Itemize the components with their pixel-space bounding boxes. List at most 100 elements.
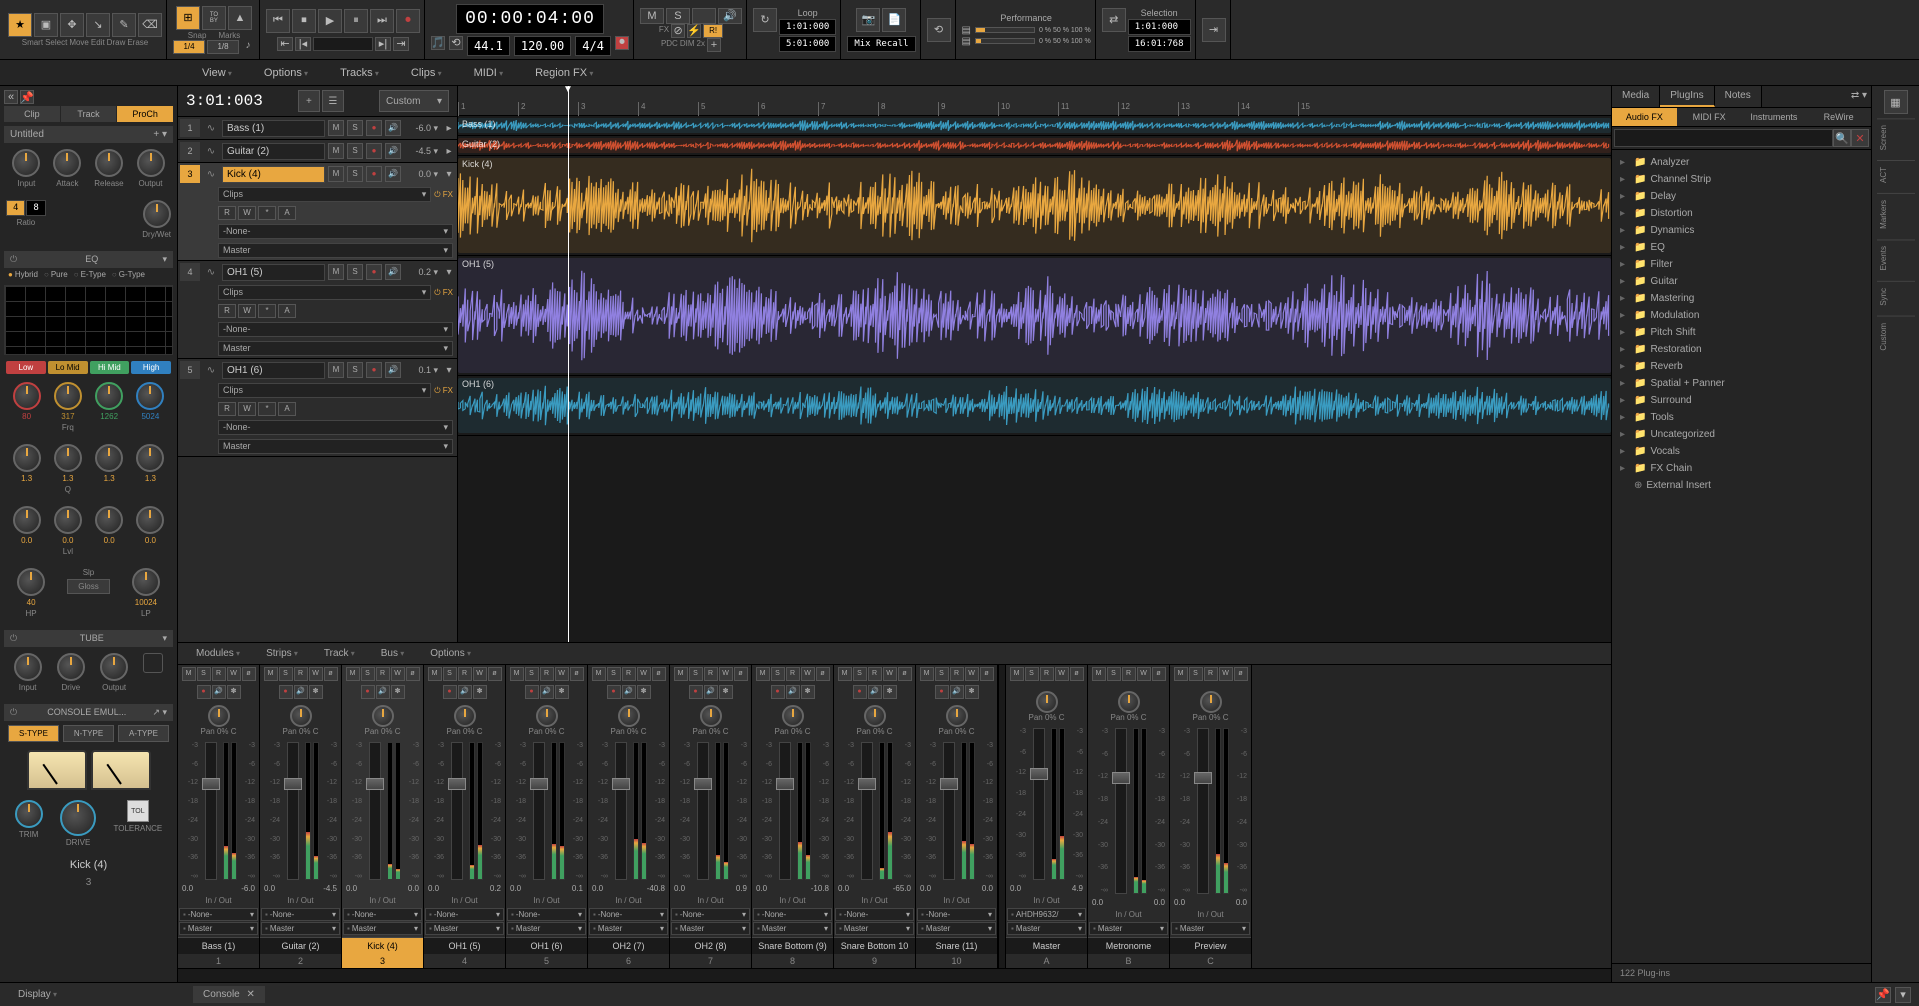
- track-volume[interactable]: 0.2 ▾: [404, 267, 440, 278]
- pan-knob[interactable]: [864, 705, 886, 727]
- track-number[interactable]: 4: [180, 263, 200, 281]
- fader[interactable]: [943, 742, 955, 880]
- tree-expand-icon[interactable]: ▸: [1620, 293, 1630, 304]
- strip-monitor[interactable]: 🔊: [458, 685, 472, 699]
- strip-fx[interactable]: ✽: [719, 685, 733, 699]
- track-solo[interactable]: S: [347, 166, 363, 182]
- strip-input-route[interactable]: -None-▾: [671, 908, 750, 921]
- strip-monitor[interactable]: 🔊: [950, 685, 964, 699]
- browser-tab-media[interactable]: Media: [1612, 86, 1660, 107]
- hp-knob[interactable]: [17, 568, 45, 596]
- strip-input-route[interactable]: -None-▾: [753, 908, 832, 921]
- mixer-menu-strips[interactable]: Strips: [256, 645, 308, 662]
- plugin-category[interactable]: ▸📁Reverb: [1616, 358, 1867, 375]
- edge-custom[interactable]: Custom: [1877, 316, 1915, 357]
- freq-knob-low[interactable]: [13, 382, 41, 410]
- freq-knob-himid[interactable]: [95, 382, 123, 410]
- strip-phase[interactable]: ø: [1070, 667, 1084, 681]
- track-sub-dropdown[interactable]: Master ▾: [218, 243, 453, 258]
- strip-mute[interactable]: M: [920, 667, 934, 681]
- output-knob[interactable]: [137, 149, 165, 177]
- strip-read[interactable]: R: [622, 667, 636, 681]
- external-insert[interactable]: ⊕External Insert: [1616, 477, 1867, 494]
- eq-mode-pure[interactable]: Pure: [44, 270, 68, 279]
- edge-events[interactable]: Events: [1877, 239, 1915, 276]
- insp-tab-track[interactable]: Track: [61, 106, 117, 122]
- edit-tool[interactable]: ↘: [86, 13, 110, 37]
- strip-write[interactable]: W: [391, 667, 405, 681]
- strip-arm[interactable]: [279, 685, 293, 699]
- transport-slider[interactable]: [313, 37, 373, 51]
- strip-input-route[interactable]: -None-▾: [425, 908, 504, 921]
- strip-fx[interactable]: ✽: [637, 685, 651, 699]
- strip-fx[interactable]: ✽: [473, 685, 487, 699]
- inspector-collapse[interactable]: «: [4, 90, 18, 104]
- strip-input-route[interactable]: -None-▾: [589, 908, 668, 921]
- strip-output-route[interactable]: Master▾: [343, 922, 422, 935]
- strip-write[interactable]: W: [1137, 667, 1151, 681]
- fader[interactable]: [1197, 728, 1209, 894]
- strip-mute[interactable]: M: [1174, 667, 1188, 681]
- lvl-knob-2[interactable]: [54, 506, 82, 534]
- plugin-category[interactable]: ▸📁Uncategorized: [1616, 426, 1867, 443]
- tempo-display[interactable]: 120.00: [514, 36, 571, 56]
- pan-knob[interactable]: [782, 705, 804, 727]
- track-header[interactable]: 5 ∿ OH1 (6) M S 🔊 0.1 ▾ ▾ Clips ▾⏻ FXRW*…: [178, 359, 457, 457]
- strip-arm[interactable]: [361, 685, 375, 699]
- tube-drive-knob[interactable]: [57, 653, 85, 681]
- track-name-field[interactable]: OH1 (6): [222, 362, 325, 379]
- track-header[interactable]: 3 ∿ Kick (4) M S 🔊 0.0 ▾ ▾ Clips ▾⏻ FXRW…: [178, 163, 457, 261]
- erase-tool[interactable]: ⌫: [138, 13, 162, 37]
- strip-fx[interactable]: ✽: [883, 685, 897, 699]
- strip-write[interactable]: W: [227, 667, 241, 681]
- track-sub-dropdown[interactable]: -None- ▾: [218, 420, 453, 435]
- strip-input-route[interactable]: -None-▾: [507, 908, 586, 921]
- pan-knob[interactable]: [618, 705, 640, 727]
- track-name-field[interactable]: Bass (1): [222, 120, 325, 137]
- tube-expand[interactable]: ▾: [162, 633, 167, 644]
- strip-solo[interactable]: S: [443, 667, 457, 681]
- strip-read[interactable]: R: [868, 667, 882, 681]
- solo-button[interactable]: S: [666, 8, 690, 24]
- browser-tab-notes[interactable]: Notes: [1715, 86, 1762, 107]
- rwxa-button[interactable]: R: [218, 206, 236, 220]
- clip-lane[interactable]: OH1 (6): [458, 376, 1611, 436]
- menu-clips[interactable]: Clips: [399, 63, 454, 83]
- tube-input-knob[interactable]: [14, 653, 42, 681]
- next-marker-button[interactable]: ▸|: [375, 37, 391, 51]
- menu-midi[interactable]: MIDI: [462, 63, 515, 83]
- track-expand[interactable]: ▸: [443, 123, 455, 134]
- plugin-category[interactable]: ▸📁Mastering: [1616, 290, 1867, 307]
- strip-input-route[interactable]: -None-▾: [917, 908, 996, 921]
- strip-monitor[interactable]: 🔊: [212, 685, 226, 699]
- track-mute[interactable]: M: [328, 362, 344, 378]
- pan-knob[interactable]: [1200, 691, 1222, 713]
- fader[interactable]: [697, 742, 709, 880]
- sel-end[interactable]: 16:01:768: [1128, 36, 1191, 52]
- eq-expand[interactable]: ▾: [162, 254, 167, 265]
- tree-expand-icon[interactable]: ▸: [1620, 191, 1630, 202]
- edge-markers[interactable]: Markers: [1877, 193, 1915, 235]
- q-knob-2[interactable]: [54, 444, 82, 472]
- tree-expand-icon[interactable]: ▸: [1620, 225, 1630, 236]
- console-ntype[interactable]: N-TYPE: [63, 725, 114, 742]
- tree-expand-icon[interactable]: ▸: [1620, 378, 1630, 389]
- strip-write[interactable]: W: [883, 667, 897, 681]
- q-knob-4[interactable]: [136, 444, 164, 472]
- tree-expand-icon[interactable]: ▸: [1620, 446, 1630, 457]
- strip-arm[interactable]: [525, 685, 539, 699]
- strip-output-route[interactable]: Master▾: [835, 922, 914, 935]
- tree-expand-icon[interactable]: ▸: [1620, 463, 1630, 474]
- position-display[interactable]: 3:01:003: [186, 92, 263, 110]
- strip-name[interactable]: OH2 (7): [588, 937, 669, 954]
- input-knob[interactable]: [12, 149, 40, 177]
- strip-write[interactable]: W: [1055, 667, 1069, 681]
- strip-solo[interactable]: S: [935, 667, 949, 681]
- strip-phase[interactable]: ø: [652, 667, 666, 681]
- drywet-knob[interactable]: [143, 200, 171, 228]
- strip-arm[interactable]: [853, 685, 867, 699]
- strip-input-route[interactable]: Master▾: [1089, 922, 1168, 935]
- snap-res-1[interactable]: 1/4: [173, 40, 205, 54]
- sel-toggle[interactable]: ⇄: [1102, 8, 1126, 32]
- strip-output-route[interactable]: Master▾: [261, 922, 340, 935]
